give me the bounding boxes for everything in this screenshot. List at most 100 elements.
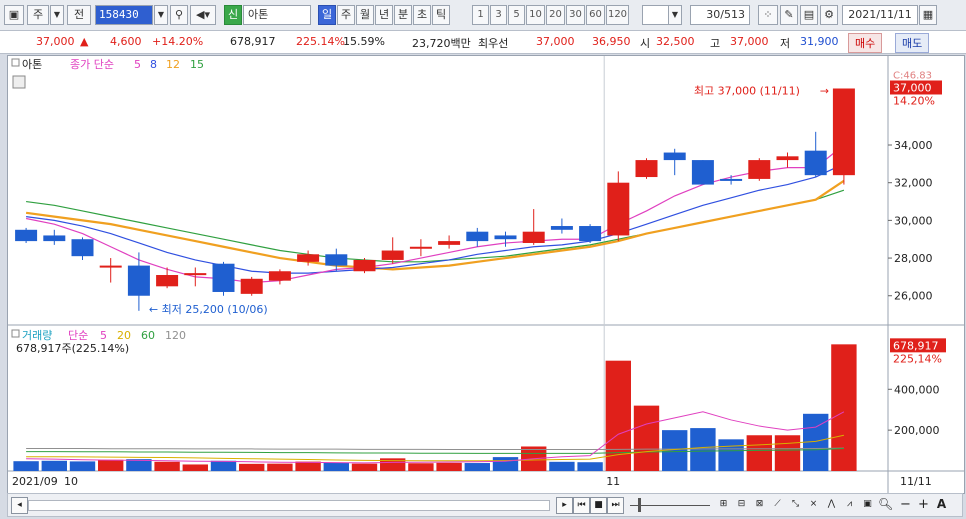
candle-body	[240, 278, 263, 294]
grid-icon[interactable]: ⁘	[758, 5, 778, 25]
volume-bar	[633, 405, 660, 471]
candle-body	[43, 235, 66, 242]
price-legend-period: 15	[190, 58, 204, 71]
compare-icon[interactable]: ⊠	[752, 497, 767, 512]
horizontal-scrollbar[interactable]	[28, 500, 550, 511]
y-tick-label: 30,000	[894, 214, 933, 227]
high-annotation: 최고 37,000 (11/11)	[694, 84, 800, 97]
chart-navigation-bar: ◂ ▸ ⏮ ■ ⏭ ⊞ ⊟ ⊠ ⟋ ⤡ ⨯ ⋀ ⩘ ▣ 🔍︎ − + A	[7, 493, 963, 517]
layout-icon[interactable]: ⊟	[734, 497, 749, 512]
period-tab[interactable]: 틱	[432, 5, 450, 25]
count-tab[interactable]: 10	[526, 5, 545, 25]
volume-legend-period: 120	[165, 329, 186, 342]
price-change: 4,600	[110, 35, 142, 48]
count-tab[interactable]: 20	[546, 5, 565, 25]
plus-icon[interactable]: +	[916, 497, 931, 512]
period-tab[interactable]: 년	[375, 5, 393, 25]
trend-icon[interactable]: ⤡	[788, 497, 803, 512]
font-size-icon[interactable]: A	[934, 497, 949, 512]
up-arrow-icon: ▲	[80, 35, 89, 48]
candle-body	[438, 241, 461, 245]
freq-select[interactable]: 주	[27, 5, 49, 25]
candle-body	[353, 259, 376, 272]
period-tab[interactable]: 주	[337, 5, 355, 25]
candle-body	[494, 235, 517, 240]
candle-body	[127, 265, 150, 296]
chevron-down-icon[interactable]: ▼	[50, 5, 64, 25]
candle-body	[268, 271, 291, 281]
volume-value: 678,917	[230, 35, 276, 48]
minus-icon[interactable]: −	[898, 497, 913, 512]
volume-bar	[492, 457, 519, 471]
fibonacci-icon[interactable]: ⩘	[842, 497, 857, 512]
price-legend-period: 5	[134, 58, 141, 71]
x-axis-right-label: 11/11	[900, 475, 932, 488]
high-price: 37,000	[730, 35, 769, 48]
chevron-down-icon[interactable]: ▼	[668, 5, 682, 25]
price-volume-chart[interactable]: 26,00028,00030,00032,00034,000아톤 종가 단순 5 8 1…	[8, 56, 964, 493]
chart-icon[interactable]: ▣	[4, 5, 24, 25]
y-tick-label: 28,000	[894, 252, 933, 265]
volume-legend-ma-label: 단순	[68, 329, 88, 342]
gear-icon[interactable]: ⚙	[820, 5, 838, 25]
print-icon[interactable]: ▣	[860, 497, 875, 512]
skip-forward-icon[interactable]: ⏭	[607, 497, 624, 514]
volume-bar	[549, 461, 575, 471]
play-icon[interactable]: ▸	[556, 497, 573, 514]
stock-code-input[interactable]: 158430	[95, 5, 153, 25]
search-icon[interactable]: ⚲	[170, 5, 188, 25]
legend-toggle-icon	[11, 58, 20, 67]
volume-bar	[351, 463, 378, 471]
date-field[interactable]: 2021/11/11	[842, 5, 918, 25]
price-legend-period: 8	[150, 58, 157, 71]
vol-y-tick-label: 400,000	[894, 383, 940, 396]
chart-area[interactable]: 26,000 28,000 30,000 32,000 34,000 아톤 종가 단순 5 8 1…	[7, 55, 965, 494]
split-icon[interactable]: ⊞	[716, 497, 731, 512]
open-price: 32,500	[656, 35, 695, 48]
zoom-icon[interactable]: 🔍︎	[878, 497, 893, 512]
count-tab[interactable]: 3	[490, 5, 507, 25]
low-price: 31,900	[800, 35, 839, 48]
count-tab[interactable]: 120	[606, 5, 629, 25]
skip-back-icon[interactable]: ⏮	[573, 497, 590, 514]
count-tab[interactable]: 30	[566, 5, 585, 25]
candle-body	[720, 178, 743, 181]
candle-body	[804, 150, 827, 176]
stop-icon[interactable]: ■	[590, 497, 607, 514]
sell-button[interactable]: 매도	[895, 33, 930, 53]
period-tab[interactable]: 월	[356, 5, 374, 25]
chevron-down-icon[interactable]: ▼	[154, 5, 168, 25]
count-tab[interactable]: 60	[586, 5, 605, 25]
stock-name-field[interactable]: 아톤	[243, 5, 311, 25]
candle-body	[184, 273, 207, 276]
count-tab[interactable]: 1	[472, 5, 489, 25]
candle-body	[15, 229, 38, 242]
best-quote-label: 최우선	[478, 37, 509, 50]
save-icon[interactable]: ▤	[800, 5, 818, 25]
line-tool-icon[interactable]: ⟋	[770, 497, 785, 512]
period-tab[interactable]: 초	[413, 5, 431, 25]
draw-icon[interactable]: ⋀	[824, 497, 839, 512]
candle-body	[297, 254, 320, 262]
prev-button[interactable]: 전	[67, 5, 91, 25]
calendar-icon[interactable]: ▦	[919, 5, 937, 25]
scroll-left-icon[interactable]: ◂	[11, 497, 28, 514]
zoom-slider-handle[interactable]	[638, 498, 641, 512]
new-listing-badge: 신	[224, 5, 242, 25]
best-bid: 36,950	[592, 35, 631, 48]
zoom-slider[interactable]	[630, 505, 710, 506]
price-legend-ma-label: 종가 단순	[70, 58, 114, 71]
period-tab[interactable]: 분	[394, 5, 412, 25]
legend-toggle-icon	[11, 329, 20, 338]
price-change-pct: +14.20%	[152, 35, 204, 48]
count-tab[interactable]: 5	[508, 5, 525, 25]
period-tab[interactable]: 일	[318, 5, 336, 25]
pencil-icon[interactable]: ✎	[780, 5, 798, 25]
buy-button[interactable]: 매수	[848, 33, 883, 53]
best-ask: 37,000	[536, 35, 575, 48]
volume-bar	[69, 461, 96, 471]
candle-body	[691, 160, 714, 185]
speaker-icon[interactable]: ◀▾	[190, 5, 216, 25]
low-label: 저	[780, 37, 791, 50]
crosshair-icon[interactable]: ⨯	[806, 497, 821, 512]
